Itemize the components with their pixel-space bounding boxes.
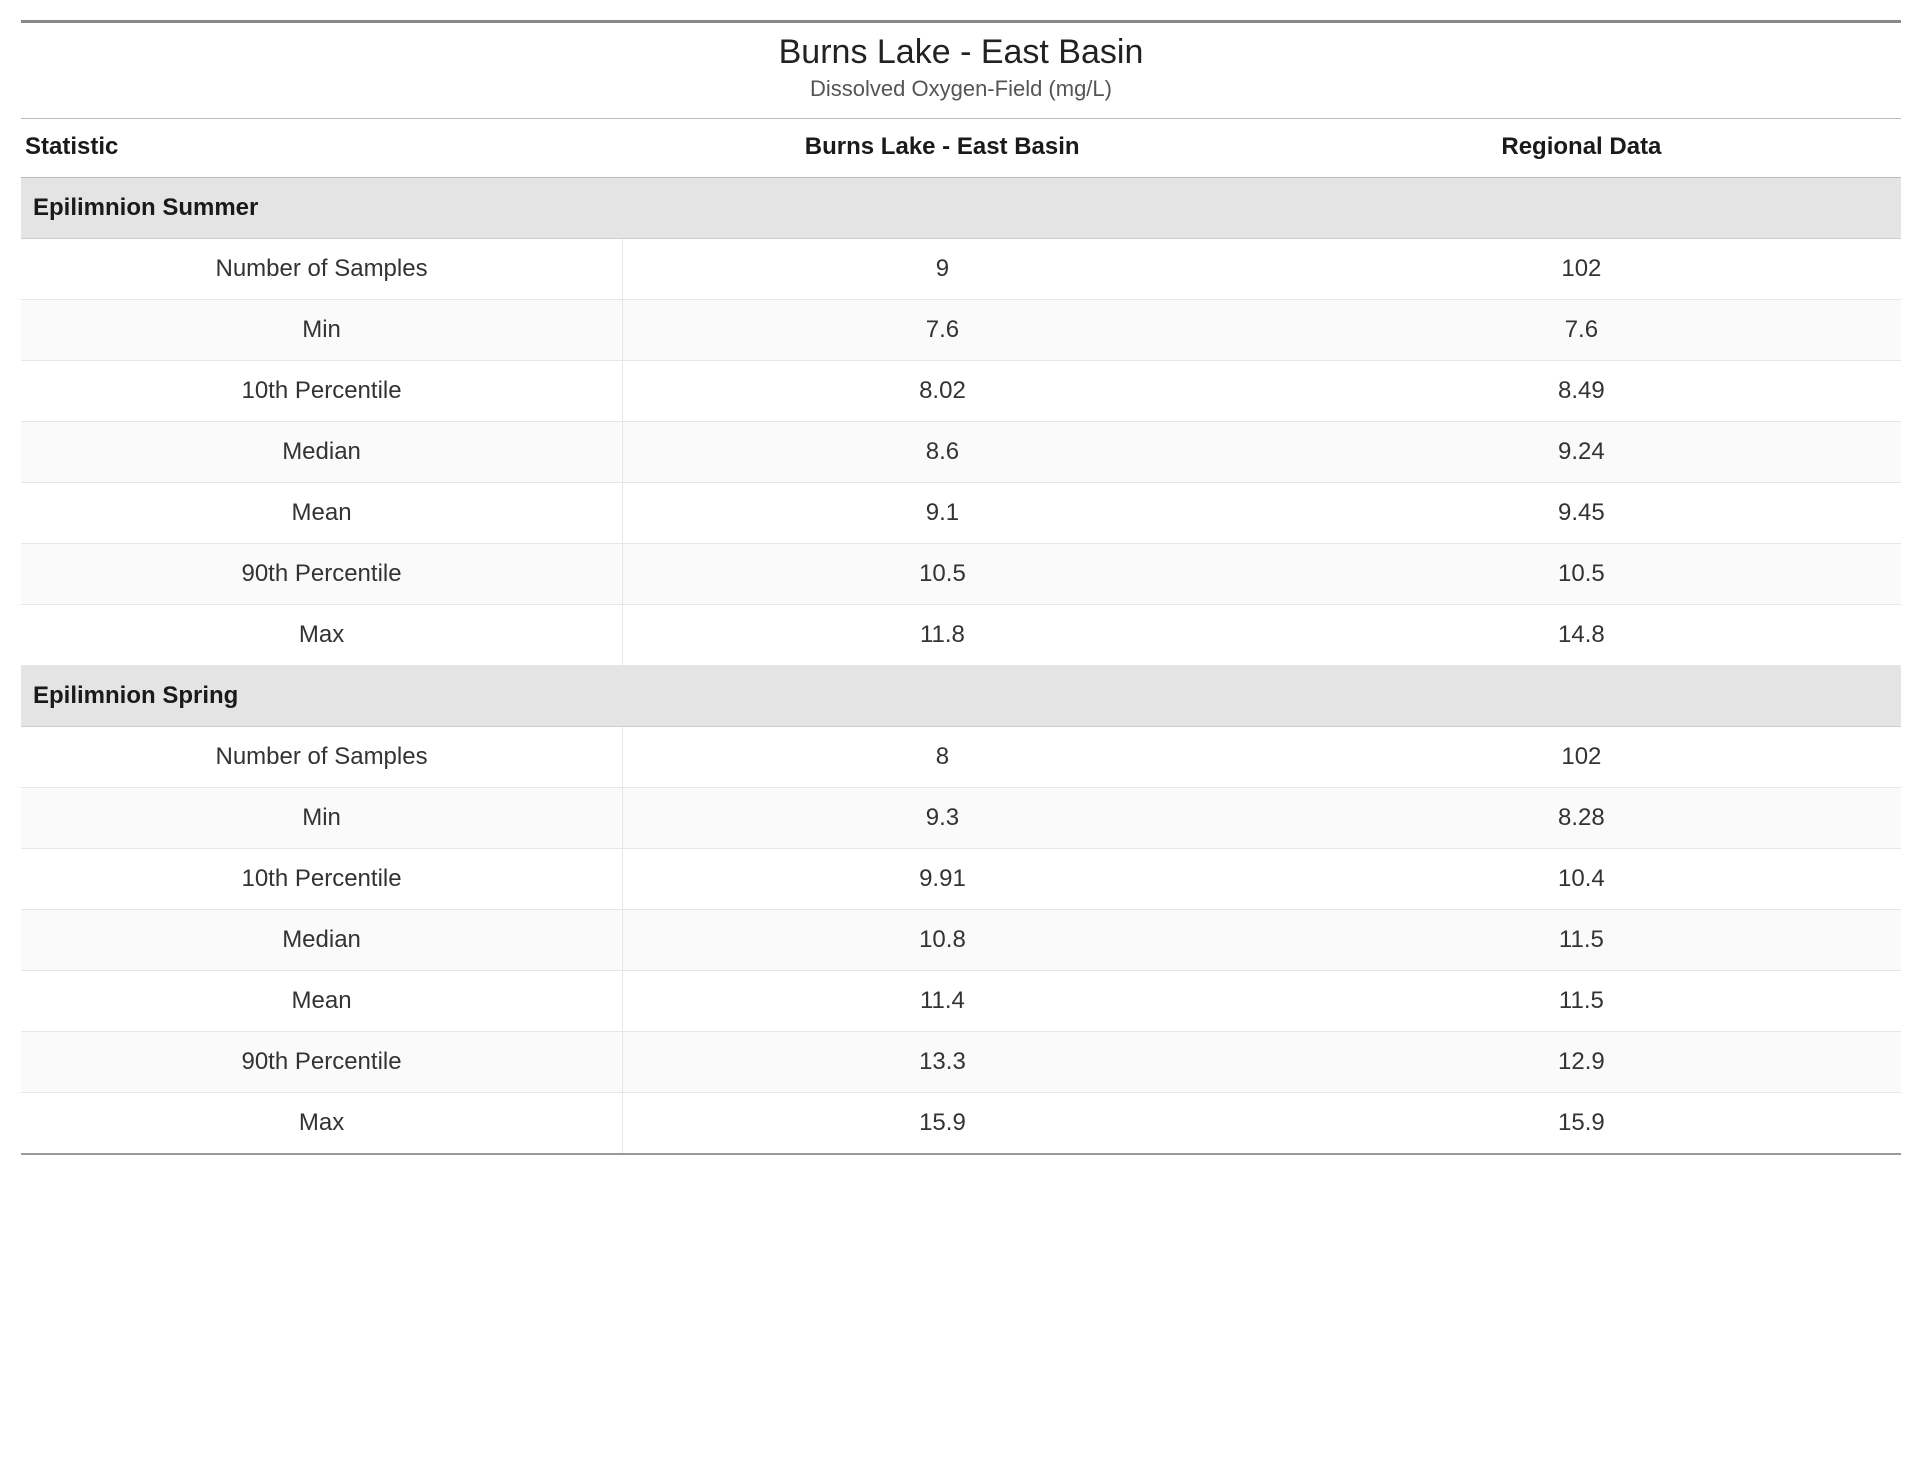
site-value-cell: 11.8 [623,605,1262,666]
regional-value-cell: 11.5 [1262,971,1901,1032]
stat-name-cell: Min [21,300,623,361]
regional-value-cell: 8.49 [1262,361,1901,422]
page-title: Burns Lake - East Basin [21,33,1901,72]
table-row: Number of Samples9102 [21,239,1901,300]
stat-name-cell: Mean [21,483,623,544]
top-rule [21,20,1901,23]
regional-value-cell: 14.8 [1262,605,1901,666]
regional-value-cell: 12.9 [1262,1032,1901,1093]
site-value-cell: 8 [623,727,1262,788]
site-value-cell: 9.3 [623,788,1262,849]
table-row: Max11.814.8 [21,605,1901,666]
table-body: Epilimnion SummerNumber of Samples9102Mi… [21,178,1901,1155]
table-row: Min9.38.28 [21,788,1901,849]
site-value-cell: 11.4 [623,971,1262,1032]
column-header-row: Statistic Burns Lake - East Basin Region… [21,119,1901,178]
stat-name-cell: Median [21,910,623,971]
site-value-cell: 13.3 [623,1032,1262,1093]
table-row: Mean11.411.5 [21,971,1901,1032]
stat-name-cell: Mean [21,971,623,1032]
regional-value-cell: 102 [1262,727,1901,788]
regional-value-cell: 8.28 [1262,788,1901,849]
table-row: Median8.69.24 [21,422,1901,483]
regional-value-cell: 7.6 [1262,300,1901,361]
stat-name-cell: Median [21,422,623,483]
table-row: 90th Percentile13.312.9 [21,1032,1901,1093]
table-row: Mean9.19.45 [21,483,1901,544]
section-header-label: Epilimnion Summer [21,178,1901,239]
site-value-cell: 10.5 [623,544,1262,605]
col-header-statistic: Statistic [21,119,623,178]
section-header: Epilimnion Summer [21,178,1901,239]
regional-value-cell: 102 [1262,239,1901,300]
stat-name-cell: Number of Samples [21,727,623,788]
table-row: Min7.67.6 [21,300,1901,361]
stat-name-cell: Number of Samples [21,239,623,300]
regional-value-cell: 11.5 [1262,910,1901,971]
stat-name-cell: 90th Percentile [21,1032,623,1093]
table-row: 10th Percentile8.028.49 [21,361,1901,422]
site-value-cell: 9.91 [623,849,1262,910]
stat-name-cell: 90th Percentile [21,544,623,605]
regional-value-cell: 9.45 [1262,483,1901,544]
stat-name-cell: 10th Percentile [21,361,623,422]
site-value-cell: 7.6 [623,300,1262,361]
table-row: Max15.915.9 [21,1093,1901,1155]
site-value-cell: 15.9 [623,1093,1262,1155]
regional-value-cell: 10.5 [1262,544,1901,605]
table-row: 90th Percentile10.510.5 [21,544,1901,605]
col-header-site: Burns Lake - East Basin [623,119,1262,178]
stats-table: Statistic Burns Lake - East Basin Region… [21,119,1901,1155]
stat-name-cell: Min [21,788,623,849]
regional-value-cell: 10.4 [1262,849,1901,910]
table-row: Number of Samples8102 [21,727,1901,788]
report-container: Burns Lake - East Basin Dissolved Oxygen… [21,20,1901,1155]
regional-value-cell: 9.24 [1262,422,1901,483]
site-value-cell: 10.8 [623,910,1262,971]
table-row: 10th Percentile9.9110.4 [21,849,1901,910]
page-subtitle: Dissolved Oxygen-Field (mg/L) [21,76,1901,102]
table-row: Median10.811.5 [21,910,1901,971]
stat-name-cell: 10th Percentile [21,849,623,910]
col-header-regional: Regional Data [1262,119,1901,178]
site-value-cell: 8.02 [623,361,1262,422]
section-header: Epilimnion Spring [21,666,1901,727]
regional-value-cell: 15.9 [1262,1093,1901,1155]
stat-name-cell: Max [21,1093,623,1155]
section-header-label: Epilimnion Spring [21,666,1901,727]
site-value-cell: 9 [623,239,1262,300]
stat-name-cell: Max [21,605,623,666]
site-value-cell: 8.6 [623,422,1262,483]
site-value-cell: 9.1 [623,483,1262,544]
